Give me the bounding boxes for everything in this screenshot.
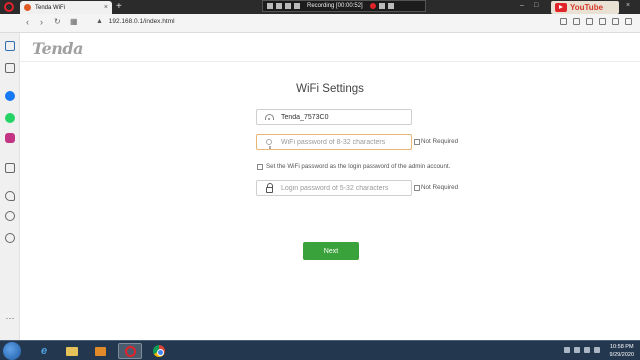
share-icon[interactable] [586,18,593,25]
wifi-password-field[interactable] [256,134,412,150]
recorder-record-icon[interactable] [369,3,376,9]
wifi-not-required-option[interactable]: Not Required [414,138,458,145]
ssid-field[interactable] [256,109,412,125]
recorder-stop-icon[interactable] [285,3,291,9]
recording-status: Recording [00:00:52] [307,3,363,9]
recorder-search-icon[interactable] [294,3,300,9]
snapshot-icon[interactable] [560,18,567,25]
wifi-password-input[interactable] [281,138,409,146]
lock-icon [265,182,273,193]
flow-icon[interactable] [5,163,15,173]
system-tray [564,347,600,353]
same-password-option[interactable]: Set the WiFi password as the login passw… [257,163,450,170]
maximize-button[interactable]: □ [534,2,538,9]
recorder-camera-icon[interactable] [378,3,385,9]
youtube-watermark: YouTube [551,1,619,14]
history-clock-icon[interactable] [5,211,15,221]
next-button[interactable]: Next [303,242,359,260]
settings-gear-icon[interactable] [5,233,15,243]
minimize-button[interactable]: – [520,2,524,9]
browser-tab-bar: Tenda WiFi × + Recording [00:00:52] – □ … [0,0,640,14]
login-password-field[interactable] [256,180,412,196]
recorder-close-icon[interactable] [387,3,394,9]
recorder-grid-icon[interactable] [267,3,273,9]
not-required-label: Not Required [421,138,459,145]
url-text: 192.168.0.1/index.html [108,18,175,25]
easy-setup-icon[interactable] [625,18,632,25]
login-password-input[interactable] [281,184,409,192]
instagram-icon[interactable] [5,133,15,143]
taskbar-clock[interactable]: 10:58 PM 9/29/2020 [610,343,634,359]
reload-icon[interactable]: ↻ [54,17,61,26]
clock-time: 10:58 PM [609,344,634,350]
page-title: WiFi Settings [296,83,364,95]
same-password-checkbox[interactable] [257,163,263,170]
same-password-label: Set the WiFi password as the login passw… [266,163,451,170]
new-tab-button[interactable]: + [116,1,122,13]
screen-recorder-bar: Recording [00:00:52] [262,0,426,12]
login-not-required-checkbox[interactable] [414,184,420,191]
address-bar: ‹ › ↻ ▦ ▲ 192.168.0.1/index.html [0,14,640,33]
network-icon[interactable] [574,347,580,353]
recorder-pause-icon[interactable] [276,3,282,9]
tab-title: Tenda WiFi [35,4,66,11]
youtube-logo-icon [555,3,567,12]
address-bar-tools [560,18,632,25]
bookmark-heart-icon[interactable] [573,18,580,25]
tenda-setup-page: Tenda WiFi Settings Not Required Set the… [20,33,640,340]
watermark-text: YouTube [570,3,604,12]
chrome-icon[interactable] [147,343,171,359]
file-explorer-icon[interactable] [60,343,84,359]
login-not-required-option[interactable]: Not Required [414,184,458,191]
more-dots-icon[interactable]: ··· [5,314,15,325]
forward-icon[interactable]: › [40,17,43,27]
speed-dial-icon[interactable] [5,41,15,51]
not-secure-warning-icon[interactable]: ▲ [96,18,103,25]
url-field[interactable]: ▲ 192.168.0.1/index.html [96,18,175,25]
whatsapp-icon[interactable] [5,113,15,123]
wifi-icon [264,114,274,120]
messenger-icon[interactable] [5,91,15,101]
not-required-label: Not Required [421,184,459,191]
news-icon[interactable] [5,63,15,73]
opera-sidebar: ··· [0,33,20,340]
media-player-icon[interactable] [88,343,112,359]
password-hint-icon [266,139,272,149]
back-icon[interactable]: ‹ [26,17,29,27]
extensions-icon[interactable] [612,18,619,25]
close-window-button[interactable]: × [626,2,630,9]
downloads-icon[interactable] [599,18,606,25]
windows-taskbar: e 10:58 PM 9/29/2020 [0,340,640,360]
tab-close-icon[interactable]: × [104,4,112,11]
header-divider [20,61,640,62]
tenda-favicon-icon [24,4,31,11]
flag-icon[interactable] [594,347,600,353]
tray-up-arrow-icon[interactable] [564,347,570,353]
wifi-not-required-checkbox[interactable] [414,138,420,145]
opera-taskbar-icon[interactable] [118,343,142,359]
volume-icon[interactable] [584,347,590,353]
internet-explorer-icon[interactable]: e [32,343,56,359]
favorites-heart-icon[interactable] [5,191,15,201]
start-button[interactable] [3,342,21,360]
clock-date: 9/29/2020 [609,352,634,358]
ssid-input[interactable] [281,113,409,121]
tabs-grid-icon[interactable]: ▦ [70,17,78,26]
browser-tab[interactable]: Tenda WiFi × [20,1,112,14]
tenda-logo: Tenda [32,39,83,58]
opera-menu-icon[interactable] [4,2,14,12]
